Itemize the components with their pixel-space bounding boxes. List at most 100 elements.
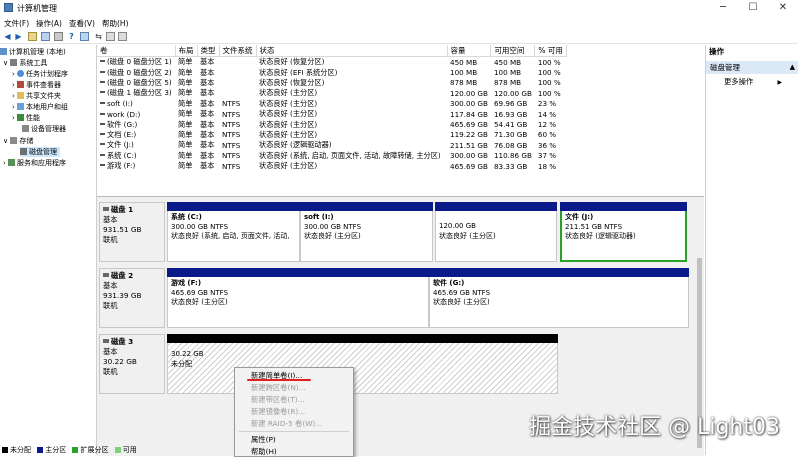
partition-title: 系统 (C:)	[171, 213, 202, 221]
disk-icon	[103, 339, 109, 343]
expand-arrow-icon[interactable]: ›	[12, 103, 15, 111]
tree-label: 任务计划程序	[26, 70, 69, 78]
collapse-arrow-icon[interactable]: ∨	[3, 59, 8, 67]
percent-free-cell: 23 %	[537, 99, 557, 109]
tree-item-task-scheduler[interactable]: › 任务计划程序	[12, 69, 68, 79]
expand-arrow-icon[interactable]: ›	[3, 159, 6, 167]
more-actions-link[interactable]: 更多操作 ▶	[724, 77, 782, 87]
back-arrow-icon[interactable]: ◀	[3, 32, 12, 41]
partition-title	[436, 213, 556, 222]
volume-icon	[100, 70, 105, 73]
volume-name: 文件 (J:)	[107, 140, 134, 150]
menu-action[interactable]: 操作(A)	[36, 18, 62, 29]
partition-title: 文件 (J:)	[565, 213, 594, 221]
table-row[interactable]: (磁盘 1 磁盘分区 3) 简单 基本 状态良好 (主分区) 120.00 GB 120.…	[97, 88, 566, 98]
column-header-free-space[interactable]: 可用空间	[490, 45, 536, 57]
table-row[interactable]: 游戏 (F:) 简单 基本 NTFS 状态良好 (主分区) 465.69 GB 83.33 …	[97, 161, 566, 171]
collapse-arrow-icon[interactable]: ∨	[3, 137, 8, 145]
view-icon[interactable]	[80, 32, 89, 41]
column-header-percent-free[interactable]: % 可用	[534, 45, 567, 57]
column-header-layout[interactable]: 布局	[175, 45, 198, 57]
capacity-cell: 120.00 GB	[450, 88, 488, 98]
console-tree-icon[interactable]	[41, 32, 50, 41]
partition-status: 状态良好 (系统, 启动, 页面文件, 活动,	[171, 232, 290, 240]
table-row[interactable]: (磁盘 0 磁盘分区 5) 简单 基本 状态良好 (恢复分区) 878 MB 878 MB…	[97, 78, 566, 88]
logical-drive-bar	[560, 202, 687, 211]
column-header-capacity[interactable]: 容量	[447, 45, 492, 57]
tree-item-event-viewer[interactable]: › 事件查看器	[12, 80, 61, 90]
disk-3-info[interactable]: 磁盘 3 基本 30.22 GB 联机	[99, 334, 165, 394]
partition-game-f[interactable]: 游戏 (F:) 465.69 GB NTFS 状态良好 (主分区)	[167, 268, 429, 328]
type-cell: 基本	[200, 161, 215, 171]
forward-arrow-icon[interactable]: ▶	[14, 32, 23, 41]
tree-item-services-apps[interactable]: › 服务和应用程序	[3, 158, 66, 168]
column-header-type[interactable]: 类型	[197, 45, 220, 57]
collapse-triangle-icon[interactable]: ▲	[790, 61, 795, 74]
column-header-status[interactable]: 状态	[256, 45, 448, 57]
device-icon	[22, 125, 29, 132]
disk-1-info[interactable]: 磁盘 1 基本 931.51 GB 联机	[99, 202, 165, 262]
tree-item-disk-management[interactable]: 磁盘管理	[20, 147, 60, 157]
capacity-cell: 465.69 GB	[450, 161, 488, 171]
connect-icon[interactable]: ⇆	[94, 32, 103, 41]
partition-soft-i[interactable]: soft (I:) 300.00 GB NTFS 状态良好 (主分区)	[300, 202, 433, 262]
performance-icon	[17, 114, 25, 121]
properties-icon[interactable]	[54, 32, 63, 41]
minimize-button[interactable]: ─	[710, 1, 736, 15]
details-icon[interactable]	[118, 32, 127, 41]
help-icon[interactable]: ?	[67, 32, 76, 41]
partition-disk1-part3[interactable]: 120.00 GB 状态良好 (主分区)	[435, 202, 557, 262]
primary-partition-bar	[300, 202, 433, 211]
partition-size: 120.00 GB	[439, 222, 476, 230]
menu-view[interactable]: 查看(V)	[69, 18, 95, 29]
table-row[interactable]: 文件 (J:) 简单 基本 NTFS 状态良好 (逻辑驱动器) 211.51 GB 76.0…	[97, 140, 566, 150]
table-row[interactable]: (磁盘 0 磁盘分区 2) 简单 基本 状态良好 (EFI 系统分区) 100 MB 10…	[97, 67, 566, 77]
table-row[interactable]: (磁盘 0 磁盘分区 1) 简单 基本 状态良好 (恢复分区) 450 MB 450 MB…	[97, 57, 566, 68]
expand-arrow-icon[interactable]: ›	[12, 114, 15, 122]
tree-item-computer-management[interactable]: 计算机管理 (本地)	[0, 47, 66, 57]
menu-item-help[interactable]: 帮助(H)	[251, 447, 277, 457]
volume-cell: 文件 (J:)	[97, 140, 175, 150]
partition-software-g[interactable]: 软件 (G:) 465.69 GB NTFS 状态良好 (主分区)	[429, 268, 689, 328]
layout-cell: 简单	[178, 161, 193, 171]
table-row[interactable]: 软件 (G:) 简单 基本 NTFS 状态良好 (主分区) 465.69 GB 54.41 …	[97, 119, 566, 129]
maximize-button[interactable]: ☐	[740, 1, 766, 15]
disk-2-info[interactable]: 磁盘 2 基本 931.39 GB 联机	[99, 268, 165, 328]
disk-icon	[103, 273, 109, 277]
tree-item-performance[interactable]: › 性能	[12, 113, 40, 123]
menu-item-properties[interactable]: 属性(P)	[251, 435, 276, 445]
partition-file-j[interactable]: 文件 (J:) 211.51 GB NTFS 状态良好 (逻辑驱动器)	[560, 202, 687, 262]
type-cell: 基本	[200, 119, 215, 129]
menu-file[interactable]: 文件(F)	[4, 18, 29, 29]
tree-item-device-manager[interactable]: 设备管理器	[22, 124, 66, 134]
table-row[interactable]: 系统 (C:) 简单 基本 NTFS 状态良好 (系统, 启动, 页面文件, 活动, 故…	[97, 151, 566, 161]
tree-item-local-users[interactable]: › 本地用户和组	[12, 102, 68, 112]
tree-item-storage[interactable]: ∨ 存储	[3, 136, 33, 146]
percent-free-cell: 12 %	[537, 120, 557, 130]
folder-up-icon[interactable]	[28, 32, 37, 41]
table-row[interactable]: work (D:) 简单 基本 NTFS 状态良好 (主分区) 117.84 GB 16.9…	[97, 109, 566, 119]
actions-section-disk-management[interactable]: 磁盘管理 ▲	[706, 61, 798, 74]
column-header-filesystem[interactable]: 文件系统	[219, 45, 257, 57]
type-cell: 基本	[200, 129, 215, 139]
tree-item-system-tools[interactable]: ∨ 系统工具	[3, 58, 47, 68]
type-cell: 基本	[200, 150, 215, 160]
expand-arrow-icon[interactable]: ›	[12, 92, 15, 100]
table-row[interactable]: soft (I:) 简单 基本 NTFS 状态良好 (主分区) 300.00 GB 69.9…	[97, 99, 566, 109]
partition-system-c[interactable]: 系统 (C:) 300.00 GB NTFS 状态良好 (系统, 启动, 页面文…	[167, 202, 300, 262]
table-row[interactable]: 文档 (E:) 简单 基本 NTFS 状态良好 (主分区) 119.22 GB 71.30 …	[97, 130, 566, 140]
status-cell: 状态良好 (EFI 系统分区)	[259, 67, 338, 77]
menu-help[interactable]: 帮助(H)	[102, 18, 129, 29]
layout-cell: 简单	[178, 109, 193, 119]
expand-arrow-icon[interactable]: ›	[12, 81, 15, 89]
filesystem-cell: NTFS	[222, 99, 241, 109]
partition-status: 状态良好 (主分区)	[171, 298, 228, 306]
unallocated-space-disk-3[interactable]: 30.22 GB 未分配	[167, 334, 558, 394]
list-icon[interactable]	[106, 32, 115, 41]
tree-item-shared-folders[interactable]: › 共享文件夹	[12, 91, 61, 101]
menu-separator	[239, 431, 349, 432]
close-button[interactable]: ✕	[770, 1, 796, 15]
capacity-cell: 211.51 GB	[450, 140, 488, 150]
expand-arrow-icon[interactable]: ›	[12, 70, 15, 78]
column-header-volume[interactable]: 卷	[97, 45, 176, 57]
